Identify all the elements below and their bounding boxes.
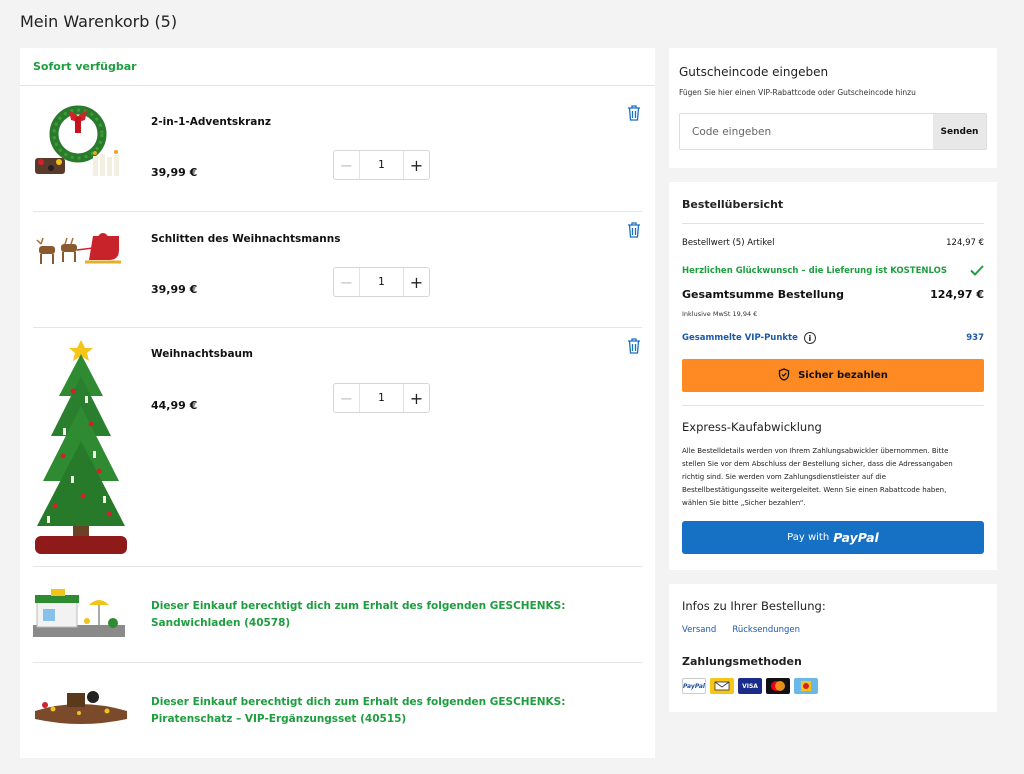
quantity-stepper: − 1 +	[333, 383, 430, 413]
gift-item: Dieser Einkauf berechtigt dich zum Erhal…	[33, 567, 642, 663]
coupon-submit-button[interactable]: Senden	[933, 114, 986, 149]
shield-icon	[778, 367, 790, 384]
shipping-link[interactable]: Versand	[682, 625, 716, 635]
gift-message: Dieser Einkauf berechtigt dich zum Erhal…	[151, 694, 571, 728]
product-name[interactable]: Weihnachtsbaum	[151, 348, 253, 360]
gift-name: Piratenschatz – VIP-Ergänzungsset (40515…	[151, 713, 407, 725]
secure-pay-button[interactable]: Sicher bezahlen	[682, 359, 984, 392]
page-title: Mein Warenkorb (5)	[20, 12, 178, 31]
order-info-panel: Infos zu Ihrer Bestellung: Versand Rücks…	[669, 584, 997, 712]
payment-methods-icons: PayPal VISA	[682, 678, 818, 694]
payment-methods-title: Zahlungsmethoden	[682, 655, 802, 668]
order-value-row: Bestellwert (5) Artikel 124,97 €	[682, 238, 984, 248]
divider	[682, 405, 984, 406]
vip-points-value: 937	[966, 333, 984, 343]
pirate-treasure-image	[33, 683, 129, 728]
gift-name: Sandwichladen (40578)	[151, 617, 291, 629]
cart-item: Weihnachtsbaum 44,99 € − 1 +	[33, 328, 642, 567]
coupon-panel: Gutscheincode eingeben Fügen Sie hier ei…	[669, 48, 997, 168]
secure-pay-label: Sicher bezahlen	[798, 370, 888, 381]
paypal-payment-icon: PayPal	[682, 678, 706, 694]
express-checkout-title: Express-Kaufabwicklung	[682, 420, 822, 434]
total-label: Gesamtsumme Bestellung	[682, 288, 844, 301]
product-price: 44,99 €	[151, 399, 198, 412]
vip-points-label-text[interactable]: Gesammelte VIP-Punkte	[682, 333, 798, 343]
total-value: 124,97 €	[930, 288, 984, 301]
increase-quantity-button[interactable]: +	[403, 268, 429, 296]
vip-points-row: Gesammelte VIP-Punkte i 937	[682, 332, 984, 344]
cart-panel: Sofort verfügbar 2-in-1-Adventskranz 39,…	[20, 48, 655, 758]
christmas-tree-image	[33, 336, 129, 558]
quantity-value[interactable]: 1	[360, 268, 403, 296]
coupon-subtitle: Fügen Sie hier einen VIP-Rabattcode oder…	[679, 88, 916, 97]
vat-info: Inklusive MwSt 19,94 €	[682, 310, 758, 318]
trash-icon[interactable]	[626, 221, 642, 239]
order-summary-panel: Bestellübersicht Bestellwert (5) Artikel…	[669, 182, 997, 570]
gift-message-line: Dieser Einkauf berechtigt dich zum Erhal…	[151, 600, 566, 612]
divider	[682, 223, 984, 224]
coupon-form: Senden	[679, 113, 987, 150]
free-delivery-row: Herzlichen Glückwunsch – die Lieferung i…	[682, 261, 984, 280]
gift-item: Dieser Einkauf berechtigt dich zum Erhal…	[33, 663, 642, 758]
trash-icon[interactable]	[626, 337, 642, 355]
check-icon	[970, 261, 984, 280]
sandwich-shop-image	[33, 587, 129, 642]
order-info-title: Infos zu Ihrer Bestellung:	[682, 599, 826, 613]
info-icon[interactable]: i	[803, 332, 816, 344]
quantity-value[interactable]: 1	[360, 384, 403, 412]
product-price: 39,99 €	[151, 283, 198, 296]
mastercard-payment-icon	[766, 678, 790, 694]
product-price: 39,99 €	[151, 166, 198, 179]
paypal-logo: PayPal	[833, 530, 879, 545]
gift-message: Dieser Einkauf berechtigt dich zum Erhal…	[151, 598, 571, 632]
vip-points-label: Gesammelte VIP-Punkte i	[682, 332, 816, 344]
trash-icon[interactable]	[626, 104, 642, 122]
vat-row: Inklusive MwSt 19,94 €	[682, 310, 984, 318]
free-delivery-message: Herzlichen Glückwunsch – die Lieferung i…	[682, 265, 947, 276]
returns-link[interactable]: Rücksendungen	[732, 625, 800, 635]
santa-sleigh-image	[33, 226, 129, 276]
increase-quantity-button[interactable]: +	[403, 151, 429, 179]
quantity-stepper: − 1 +	[333, 267, 430, 297]
decrease-quantity-button[interactable]: −	[334, 151, 360, 179]
voucher-payment-icon	[794, 678, 818, 694]
order-value-label: Bestellwert (5) Artikel	[682, 238, 775, 248]
summary-title: Bestellübersicht	[682, 198, 784, 211]
quantity-value[interactable]: 1	[360, 151, 403, 179]
product-name[interactable]: 2-in-1-Adventskranz	[151, 116, 271, 128]
total-row: Gesamtsumme Bestellung 124,97 €	[682, 288, 984, 301]
product-name[interactable]: Schlitten des Weihnachtsmanns	[151, 233, 340, 245]
paypal-button[interactable]: Pay with PayPal	[682, 521, 984, 554]
gift-message-line: Dieser Einkauf berechtigt dich zum Erhal…	[151, 696, 566, 708]
express-checkout-text: Alle Bestelldetails werden von Ihrem Zah…	[682, 447, 953, 507]
coupon-title: Gutscheincode eingeben	[679, 65, 829, 79]
decrease-quantity-button[interactable]: −	[334, 268, 360, 296]
cart-item: 2-in-1-Adventskranz 39,99 € − 1 +	[33, 96, 642, 212]
paypal-prefix: Pay with	[787, 532, 830, 543]
invoice-payment-icon	[710, 678, 734, 694]
availability-heading: Sofort verfügbar	[20, 48, 655, 86]
cart-item: Schlitten des Weihnachtsmanns 39,99 € − …	[33, 212, 642, 328]
quantity-stepper: − 1 +	[333, 150, 430, 180]
visa-payment-icon: VISA	[738, 678, 762, 694]
advent-wreath-image	[33, 104, 129, 184]
coupon-code-input[interactable]	[680, 114, 933, 149]
decrease-quantity-button[interactable]: −	[334, 384, 360, 412]
order-info-links: Versand Rücksendungen	[682, 625, 800, 635]
order-value: 124,97 €	[946, 238, 984, 248]
increase-quantity-button[interactable]: +	[403, 384, 429, 412]
